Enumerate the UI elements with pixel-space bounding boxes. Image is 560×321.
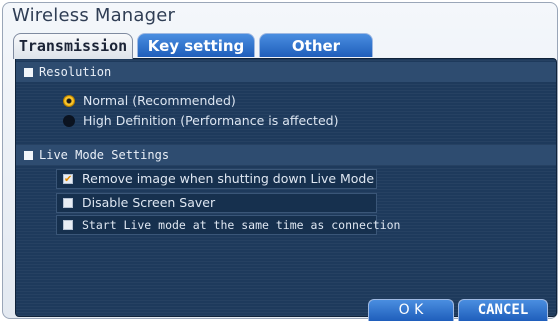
checkbox-disable-screen-saver-label: Disable Screen Saver (82, 195, 216, 210)
resolution-heading: Resolution (39, 65, 112, 79)
checkbox-unchecked-icon (63, 198, 73, 208)
live-mode-section-header: Live Mode Settings (16, 145, 556, 165)
checkbox-start-live-mode[interactable]: Start Live mode at the same time as conn… (56, 215, 401, 235)
tab-other[interactable]: Other (259, 33, 373, 57)
checkbox-remove-image[interactable]: ✔ Remove image when shutting down Live M… (56, 169, 377, 189)
tab-key-setting[interactable]: Key setting (137, 33, 255, 57)
section-bullet-icon (24, 68, 33, 77)
checkbox-remove-image-label: Remove image when shutting down Live Mod… (82, 171, 375, 186)
transmission-panel: Resolution Normal (Recommended) High Def… (15, 58, 557, 317)
radio-high-definition-label: High Definition (Performance is affected… (83, 113, 339, 128)
live-mode-heading: Live Mode Settings (39, 148, 170, 162)
section-bullet-icon (24, 151, 33, 160)
radio-normal-label: Normal (Recommended) (83, 93, 236, 108)
tab-transmission[interactable]: Transmission (13, 33, 133, 59)
resolution-section-header: Resolution (16, 62, 556, 82)
ok-button[interactable]: O K (368, 299, 454, 321)
window-title: Wireless Manager (12, 5, 176, 26)
checkbox-start-live-mode-label: Start Live mode at the same time as conn… (82, 218, 401, 232)
checkbox-checked-icon: ✔ (63, 174, 73, 185)
cancel-button[interactable]: CANCEL (458, 299, 548, 321)
radio-selected-icon (63, 95, 75, 107)
radio-high-definition[interactable]: High Definition (Performance is affected… (63, 112, 339, 130)
wireless-manager-window: Wireless Manager Transmission Key settin… (2, 2, 558, 321)
tab-bar: Transmission Key setting Other (13, 33, 393, 59)
radio-normal[interactable]: Normal (Recommended) (63, 92, 236, 110)
checkbox-unchecked-icon (63, 220, 73, 230)
dialog-footer: O K CANCEL (15, 299, 557, 321)
radio-unselected-icon (63, 115, 75, 127)
checkbox-disable-screen-saver[interactable]: Disable Screen Saver (56, 193, 377, 213)
